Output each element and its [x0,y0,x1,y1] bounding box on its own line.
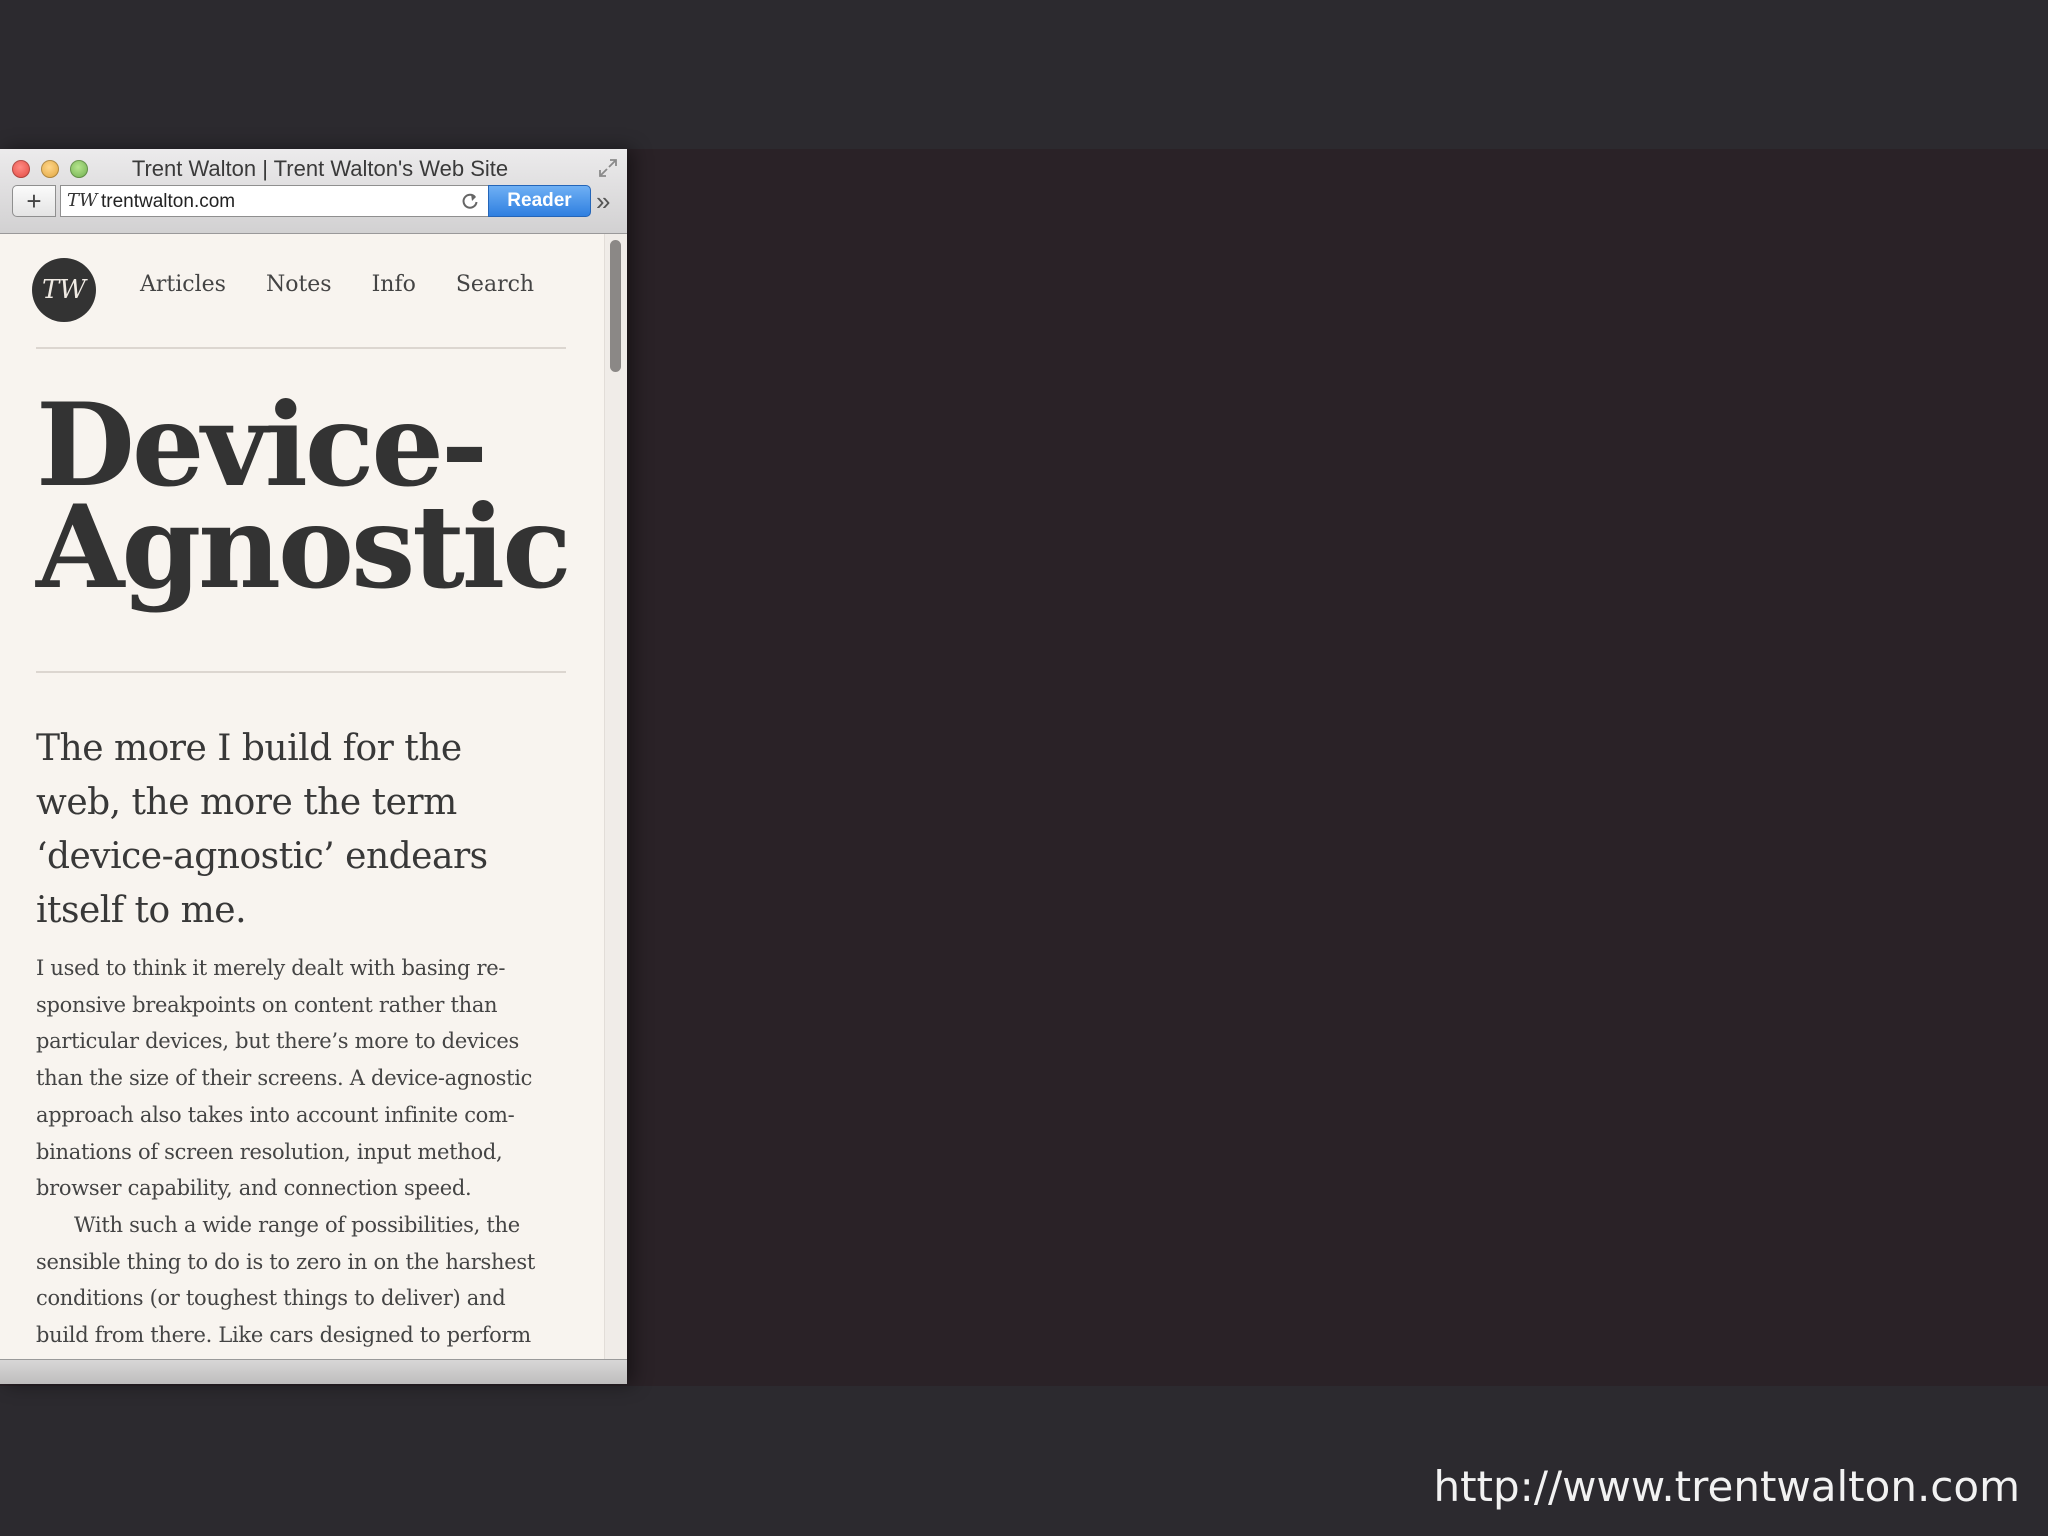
toolbar-overflow-icon[interactable]: » [596,187,610,215]
body-line: sponsive breakpoints on content rather t… [36,992,498,1017]
body-paragraph: I used to think it merely dealt with bas… [36,950,581,1207]
title-line: Agnostic [36,480,572,614]
body-line: browser capability, and connection speed… [36,1176,472,1201]
body-line: conditions (or toughest things to delive… [36,1286,506,1311]
source-url-caption: http://www.trentwalton.com [1433,1462,2020,1511]
site-nav: Articles Notes Info Search [140,272,574,297]
browser-titlebar: Trent Walton | Trent Walton's Web Site +… [0,149,627,234]
body-line: binations of screen resolution, input me… [36,1139,503,1164]
body-line: build from there. Like cars designed to … [36,1323,531,1348]
browser-status-bar [0,1359,627,1384]
article-title: Device- Agnostic [36,388,596,604]
intro-line: itself to me. [36,890,247,931]
body-paragraph: With such a wide range of possibilities,… [36,1207,581,1354]
vertical-scrollbar[interactable] [604,234,627,1359]
body-line: particular devices, but there’s more to … [36,1029,519,1054]
nav-search[interactable]: Search [456,272,534,297]
intro-line: The more I build for the [36,728,462,769]
browser-toolbar: + TW trentwalton.com Reader » [12,185,627,221]
article-intro: The more I build for the web, the more t… [36,722,556,938]
browser-window: Trent Walton | Trent Walton's Web Site +… [0,149,627,1384]
window-title: Trent Walton | Trent Walton's Web Site [131,156,509,181]
article-body: I used to think it merely dealt with bas… [36,950,581,1354]
nav-divider [36,347,566,349]
reader-button[interactable]: Reader [488,185,591,217]
scrollbar-thumb[interactable] [610,240,621,372]
fullscreen-icon[interactable] [597,157,619,179]
url-text[interactable]: trentwalton.com [101,186,235,217]
site-favicon-icon: TW [67,190,98,211]
nav-notes[interactable]: Notes [266,272,332,297]
add-bookmark-button[interactable]: + [12,185,56,217]
reload-icon[interactable] [460,191,480,211]
body-line: I used to think it merely dealt with bas… [36,956,506,980]
nav-articles[interactable]: Articles [140,272,226,297]
nav-info[interactable]: Info [372,272,416,297]
address-bar[interactable]: TW trentwalton.com [60,185,488,217]
title-divider [36,671,566,673]
minimize-window-button[interactable] [41,160,59,178]
body-line: With such a wide range of possibilities,… [74,1212,520,1237]
body-line: sensible thing to do is to zero in on th… [36,1249,535,1274]
site-logo[interactable]: TW [32,258,96,322]
page-viewport[interactable]: TW Articles Notes Info Search Device- Ag… [0,234,627,1359]
close-window-button[interactable] [12,160,30,178]
intro-line: ‘device-agnostic’ endears [36,836,488,877]
body-line: approach also takes into account infinit… [36,1102,515,1127]
body-line: than the size of their screens. A device… [36,1066,533,1091]
intro-line: web, the more the term [36,782,457,823]
